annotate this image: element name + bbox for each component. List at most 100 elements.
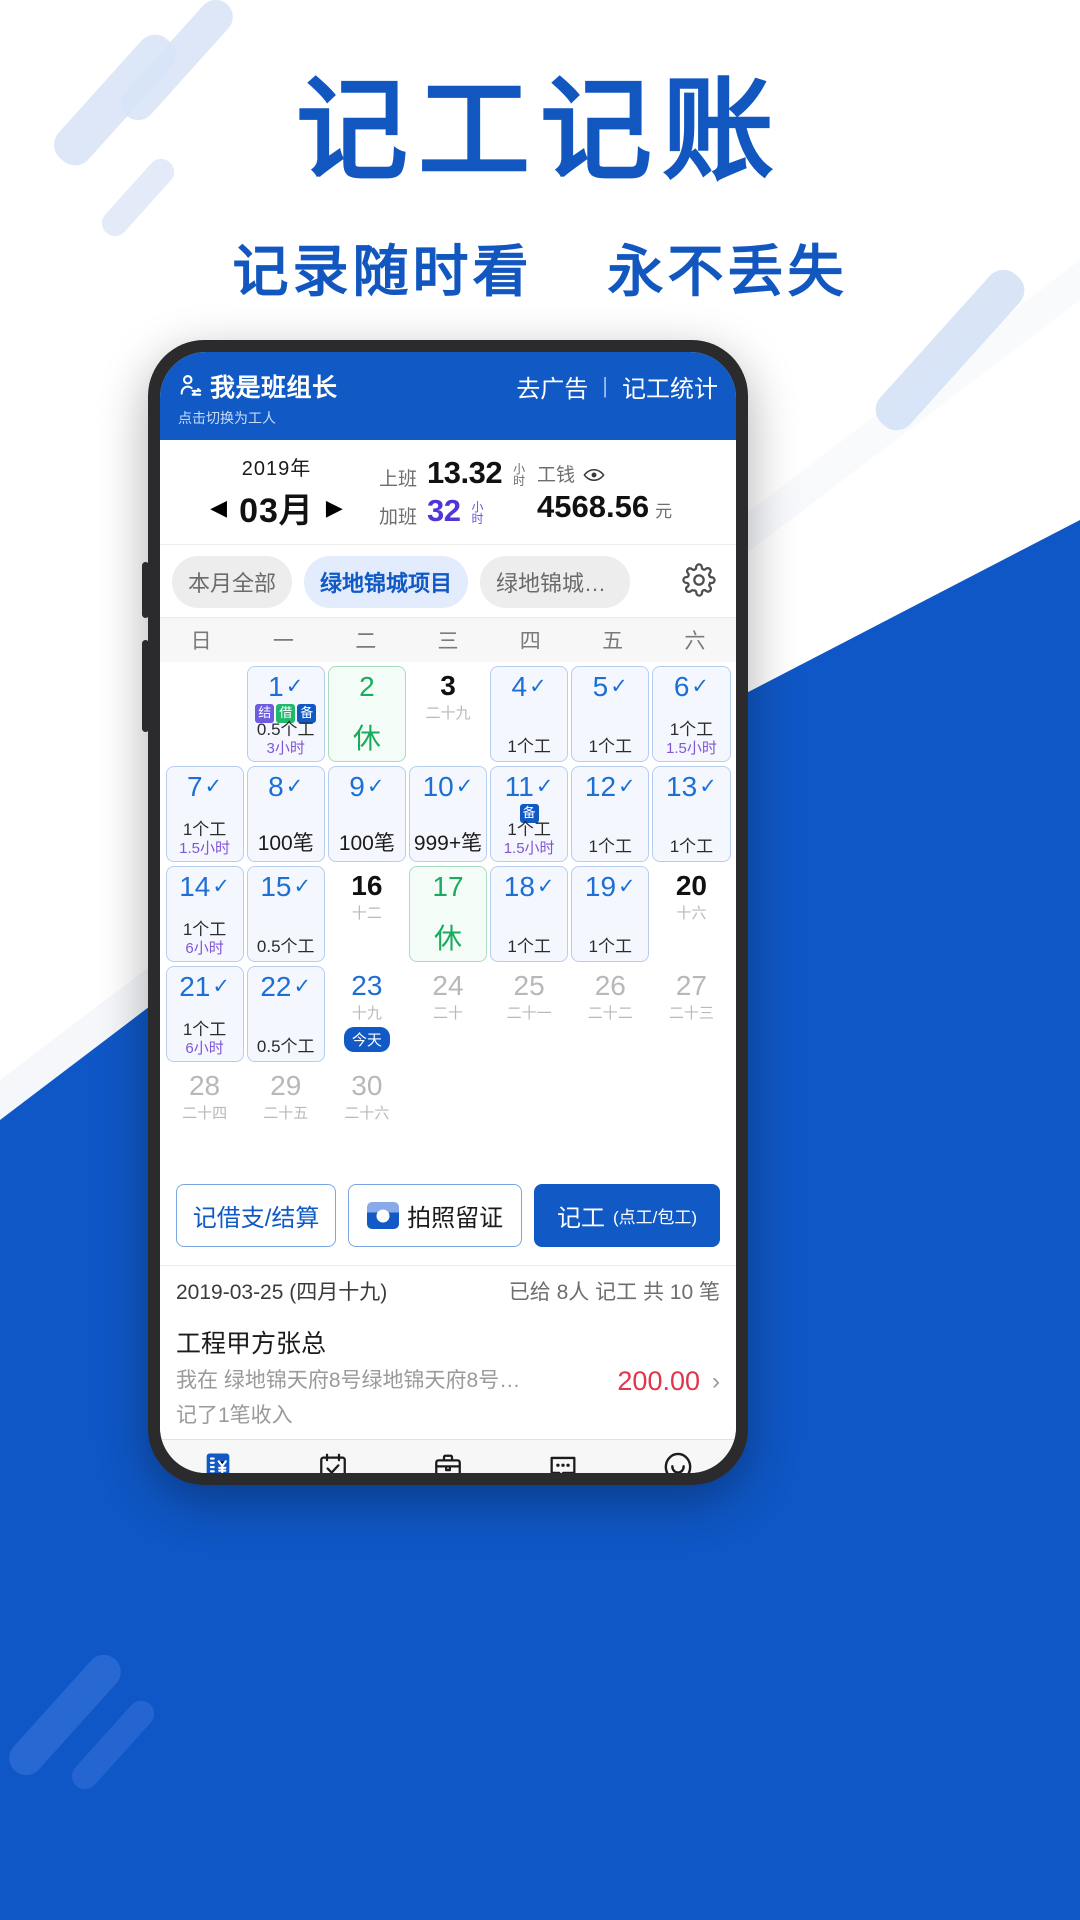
calendar-day-number: 9 ✓ <box>349 772 385 802</box>
day-number-text: 26 <box>594 970 626 1001</box>
next-month-button[interactable]: ▶ <box>326 496 343 519</box>
calendar-cell-6[interactable]: 6 ✓ 1个工 1.5小时 <box>652 666 731 762</box>
calendar-cell-29[interactable]: 29 二十五 <box>246 1066 325 1162</box>
calendar-cell-1[interactable]: 1 ✓ 结借备 0.5个工 3小时 <box>246 666 325 762</box>
calendar-cell-3[interactable]: 3 二十九 <box>408 666 488 762</box>
calendar-lunar-label: 二十四 <box>182 1105 228 1123</box>
calendar-cell-18[interactable]: 18 ✓ 1个工 <box>490 866 569 962</box>
record-person-name: 工程甲方张总 <box>176 1330 327 1358</box>
calendar-cell-12[interactable]: 12 ✓ 1个工 <box>571 766 650 862</box>
calendar-day-number: 7 ✓ <box>187 772 222 802</box>
calendar-cell-10[interactable]: 10 ✓ 999+笔 <box>408 766 488 862</box>
calendar-cell-13[interactable]: 13 ✓ 1个工 <box>652 766 731 862</box>
calendar-work-units: 1个工 <box>507 937 551 957</box>
calendar-cell-23[interactable]: 23 十九 今天 <box>327 966 406 1062</box>
check-icon: ✓ <box>699 774 717 798</box>
promo-headline: 记工记账 <box>296 66 784 196</box>
calendar-entry-count: 100笔 <box>257 832 314 855</box>
weekday-label-6: 六 <box>684 630 706 653</box>
stats-bar: 2019年 ◀ 03月 ▶ 上班 13.32 小 时 加班 32 小 时 工钱 … <box>160 440 736 544</box>
tab-find-job[interactable]: 找活 <box>275 1448 390 1473</box>
money-label-row: 工钱 <box>537 460 722 487</box>
calendar-day-number: 3 <box>440 671 456 701</box>
calendar-cell-8[interactable]: 8 ✓ 100笔 <box>246 766 325 862</box>
work-hours-unit: 小 时 <box>512 463 526 487</box>
calendar-cell-7[interactable]: 7 ✓ 1个工 1.5小时 <box>165 766 244 862</box>
calendar-cell-25[interactable]: 25 二十一 <box>490 966 569 1062</box>
record-subtext: 记了1笔收入 <box>176 1404 293 1427</box>
calendar-overtime-hours: 1.5小时 <box>665 739 717 757</box>
calendar-work-units: 1个工 <box>588 737 632 757</box>
calendar-day-number: 15 ✓ <box>260 872 311 902</box>
role-switch[interactable]: 我是班组长 <box>178 368 338 404</box>
prev-month-button[interactable]: ◀ <box>210 496 227 519</box>
record-work-sublabel: (点工/包工) <box>613 1208 698 1227</box>
record-work-button[interactable]: 记工 (点工/包工) <box>534 1184 720 1247</box>
calendar-cell-5[interactable]: 5 ✓ 1个工 <box>571 666 650 762</box>
calendar-day-number: 12 ✓ <box>585 772 636 802</box>
stats-link[interactable]: 记工统计 <box>622 369 718 404</box>
tab-messages[interactable]: 信息 <box>506 1448 621 1473</box>
calendar-cell-20[interactable]: 20 十六 <box>652 866 731 962</box>
camera-icon <box>367 1202 400 1229</box>
check-icon: ✓ <box>536 874 555 898</box>
photo-evidence-button[interactable]: 拍照留证 <box>348 1184 523 1247</box>
calendar-cell-14[interactable]: 14 ✓ 1个工 6小时 <box>165 866 244 962</box>
bottom-tab-bar: 记工 找活 <box>160 1439 736 1473</box>
calendar-work-units: 1个工 <box>669 720 714 740</box>
calendar-cell-4[interactable]: 4 ✓ 1个工 <box>490 666 569 762</box>
tab-profile[interactable]: 我的 <box>621 1448 736 1473</box>
calendar-cell-9[interactable]: 9 ✓ 100笔 <box>327 766 406 862</box>
overtime-label: 加班 <box>379 507 418 528</box>
project-chip-other[interactable]: 绿地锦城项目… <box>480 556 631 608</box>
calendar-overtime-hours: 1.5小时 <box>503 839 555 857</box>
project-chip-all[interactable]: 本月全部 <box>172 556 293 608</box>
calendar-cell-19[interactable]: 19 ✓ 1个工 <box>571 866 650 962</box>
tab-find-worker[interactable]: 找工人 <box>390 1448 505 1473</box>
current-month-label: 03月 <box>239 492 314 530</box>
calendar-rest-label: 休 <box>433 923 462 954</box>
settings-button[interactable] <box>672 555 726 609</box>
calendar-cell-footer: 0.5个工 <box>248 937 324 957</box>
day-number-text: 13 <box>666 771 698 802</box>
ad-link[interactable]: 去广告 <box>516 369 588 404</box>
record-description: 我在 绿地锦天府8号绿地锦天府8号… <box>176 1369 521 1393</box>
calendar-overtime-hours: 6小时 <box>185 1039 224 1057</box>
project-chip-active[interactable]: 绿地锦城项目 <box>304 556 469 608</box>
overtime-line: 加班 32 小 时 <box>379 493 537 529</box>
calendar-day-number: 2 <box>359 672 375 702</box>
work-hours-label: 上班 <box>379 469 418 490</box>
check-icon: ✓ <box>366 774 385 798</box>
calendar-day-number: 6 ✓ <box>674 672 709 702</box>
calendar-cell-21[interactable]: 21 ✓ 1个工 6小时 <box>165 966 244 1062</box>
check-icon: ✓ <box>212 874 230 898</box>
calendar-cell-26[interactable]: 26 二十二 <box>571 966 650 1062</box>
calendar-cell-footer: 100笔 <box>329 827 405 857</box>
calendar-lunar-label: 二十 <box>432 1005 463 1023</box>
loan-settlement-button[interactable]: 记借支/结算 <box>176 1184 337 1247</box>
calendar-cell-footer: 1个工 <box>572 737 648 757</box>
chevron-right-icon[interactable]: › <box>712 1368 720 1396</box>
calendar-day-number: 24 <box>432 971 463 1001</box>
calendar-cell-28[interactable]: 28 二十四 <box>165 1066 244 1162</box>
day-number-text: 20 <box>675 870 707 901</box>
day-number-text: 28 <box>188 1070 221 1101</box>
calendar-cell-22[interactable]: 22 ✓ 0.5个工 <box>246 966 325 1062</box>
calendar-cell-16[interactable]: 16 十二 <box>327 866 406 962</box>
calendar-lunar-label: 十九 <box>351 1005 382 1023</box>
calendar-cell-27[interactable]: 27 二十三 <box>652 966 731 1062</box>
calendar-cell-2[interactable]: 2休 <box>327 666 406 762</box>
record-list-item[interactable]: 工程甲方张总 我在 绿地锦天府8号绿地锦天府8号… 200.00 › 记了1笔收… <box>160 1316 736 1439</box>
calendar-day-number: 27 <box>676 971 707 1001</box>
check-icon: ✓ <box>293 974 312 998</box>
calendar-cell-17[interactable]: 17 休 <box>408 866 488 962</box>
calendar-cell-15[interactable]: 15 ✓ 0.5个工 <box>246 866 325 962</box>
calendar-cell-30[interactable]: 30 二十六 <box>327 1066 406 1162</box>
eye-icon[interactable] <box>583 466 605 482</box>
overtime-value: 32 <box>427 493 461 528</box>
calendar-cell-11[interactable]: 11 ✓ 备 1个工 1.5小时 <box>490 766 569 862</box>
header-links: 去广告 | 记工统计 <box>516 369 718 404</box>
phone-volume-button-up <box>142 562 149 618</box>
tab-record-work[interactable]: 记工 <box>160 1448 275 1473</box>
calendar-cell-24[interactable]: 24 二十 <box>408 966 488 1062</box>
